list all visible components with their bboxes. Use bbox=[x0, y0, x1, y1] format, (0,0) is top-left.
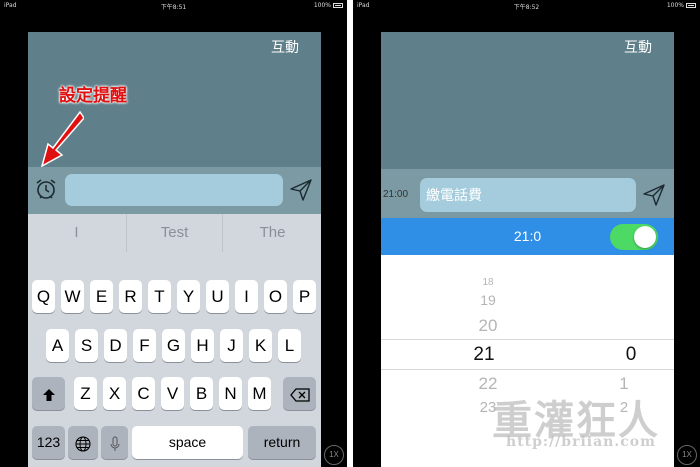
key-g[interactable]: G bbox=[162, 329, 185, 362]
minute-selected[interactable]: 0 bbox=[601, 344, 661, 366]
left-screenshot: iPad 下午8:51 100% 互動 設定提醒 I Test The Q W … bbox=[0, 0, 347, 467]
key-u[interactable]: U bbox=[206, 280, 229, 313]
key-v[interactable]: V bbox=[161, 377, 184, 410]
battery-icon bbox=[686, 3, 696, 8]
suggestion-1[interactable]: I bbox=[28, 214, 125, 252]
key-q[interactable]: Q bbox=[32, 280, 55, 313]
message-input-bar bbox=[28, 167, 321, 214]
reminder-time-label[interactable]: 21:00 bbox=[383, 189, 408, 200]
shift-key[interactable] bbox=[32, 377, 65, 410]
status-bar: iPad 下午8:51 100% bbox=[0, 0, 347, 11]
key-m[interactable]: M bbox=[248, 377, 271, 410]
key-x[interactable]: X bbox=[103, 377, 126, 410]
battery-indicator: 100% bbox=[667, 2, 696, 9]
key-z[interactable]: Z bbox=[74, 377, 97, 410]
key-d[interactable]: D bbox=[104, 329, 127, 362]
hour-item[interactable]: 20 bbox=[458, 316, 518, 336]
key-y[interactable]: Y bbox=[177, 280, 200, 313]
dictation-key[interactable] bbox=[101, 426, 128, 459]
battery-indicator: 100% bbox=[314, 2, 343, 9]
space-key[interactable]: space bbox=[132, 426, 243, 459]
battery-icon bbox=[333, 3, 343, 8]
battery-percent: 100% bbox=[313, 2, 331, 9]
key-t[interactable]: T bbox=[148, 280, 171, 313]
picker-selection-bottom bbox=[381, 369, 674, 370]
suggestion-3[interactable]: The bbox=[224, 214, 321, 252]
key-s[interactable]: S bbox=[75, 329, 98, 362]
status-time: 下午8:51 bbox=[160, 4, 187, 11]
key-h[interactable]: H bbox=[191, 329, 214, 362]
predictive-bar: I Test The bbox=[28, 214, 321, 252]
chat-area: 互動 bbox=[381, 32, 674, 169]
watermark-url: http://briian.com bbox=[506, 434, 656, 450]
key-n[interactable]: N bbox=[219, 377, 242, 410]
key-r[interactable]: R bbox=[119, 280, 142, 313]
key-p[interactable]: P bbox=[293, 280, 316, 313]
keyboard: QWERTYUIOP ASDFGHJKL ZXCVBNM 123 space ret… bbox=[28, 252, 321, 467]
red-arrow-icon bbox=[40, 110, 84, 168]
shift-icon bbox=[42, 388, 55, 401]
microphone-icon bbox=[110, 436, 119, 451]
delete-icon bbox=[289, 387, 310, 402]
message-input[interactable]: 繳電話費 bbox=[420, 178, 636, 212]
reminder-bar: 21:0 bbox=[381, 218, 674, 255]
nav-interact-button[interactable]: 互動 bbox=[271, 37, 299, 57]
send-icon[interactable] bbox=[289, 178, 313, 202]
toggle-knob bbox=[634, 226, 656, 248]
key-b[interactable]: B bbox=[190, 377, 213, 410]
suggestion-2[interactable]: Test bbox=[126, 214, 223, 252]
key-j[interactable]: J bbox=[220, 329, 243, 362]
reminder-toggle[interactable] bbox=[610, 224, 658, 250]
key-i[interactable]: I bbox=[235, 280, 258, 313]
app-screen: 互動 設定提醒 I Test The QWERTYUIOPASD F G H J… bbox=[28, 32, 321, 467]
globe-icon bbox=[75, 435, 91, 452]
hour-selected[interactable]: 21 bbox=[454, 344, 514, 366]
send-icon[interactable] bbox=[642, 183, 666, 207]
key-f[interactable]: F bbox=[133, 329, 156, 362]
key-w[interactable]: W bbox=[61, 280, 84, 313]
annotation-label: 設定提醒 bbox=[59, 86, 127, 105]
key-k[interactable]: K bbox=[249, 329, 272, 362]
hour-item[interactable]: 19 bbox=[458, 292, 518, 308]
battery-percent: 100% bbox=[666, 2, 684, 9]
status-time: 下午8:52 bbox=[513, 4, 540, 11]
numbers-key[interactable]: 123 bbox=[32, 426, 65, 459]
key-c[interactable]: C bbox=[132, 377, 155, 410]
key-o[interactable]: O bbox=[264, 280, 287, 313]
nav-interact-button[interactable]: 互動 bbox=[624, 37, 652, 57]
picker-selection-top bbox=[381, 339, 674, 340]
globe-key[interactable] bbox=[68, 426, 98, 459]
watermark: 重灌狂人 http://briian.com bbox=[492, 388, 700, 467]
alarm-clock-icon[interactable] bbox=[34, 177, 58, 201]
message-input[interactable] bbox=[65, 174, 283, 206]
key-l[interactable]: L bbox=[278, 329, 301, 362]
return-key[interactable]: return bbox=[248, 426, 316, 459]
key-a[interactable]: A bbox=[46, 329, 69, 362]
status-bar: iPad 下午8:52 100% bbox=[353, 0, 700, 11]
hour-item[interactable]: 18 bbox=[458, 277, 518, 288]
key-e[interactable]: E bbox=[90, 280, 113, 313]
zoom-badge[interactable]: 1X bbox=[324, 445, 344, 465]
delete-key[interactable] bbox=[283, 377, 316, 410]
